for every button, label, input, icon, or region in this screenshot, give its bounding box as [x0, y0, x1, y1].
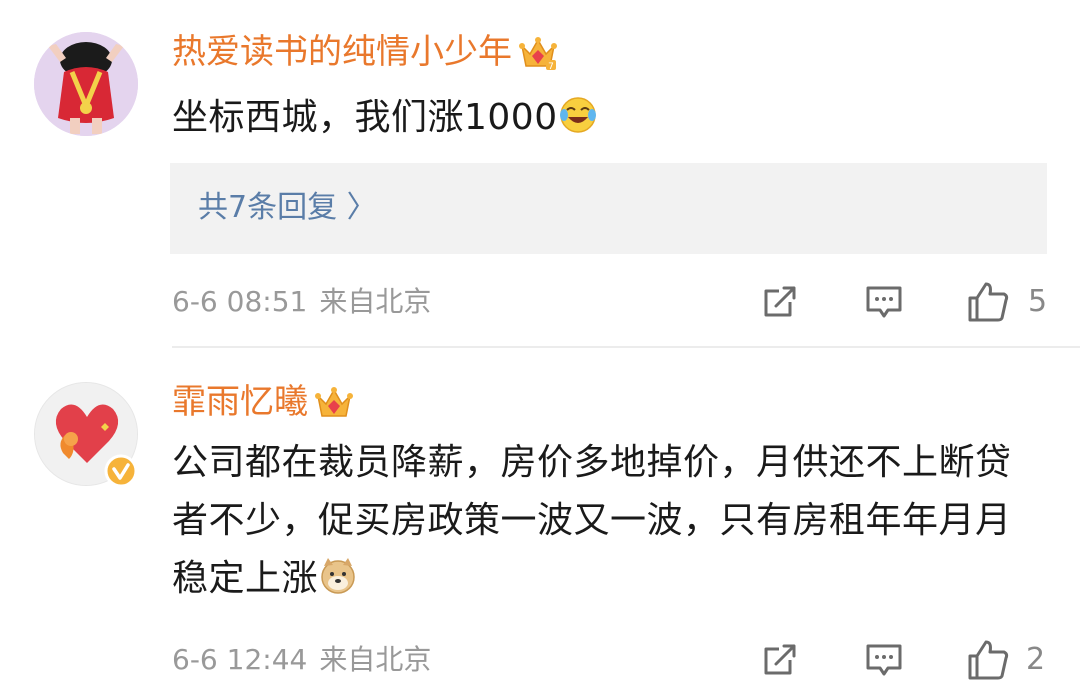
- like-icon[interactable]: [966, 638, 1010, 682]
- comment-text: 坐标西城，我们涨1000: [172, 89, 598, 147]
- like-count: 2: [1026, 642, 1046, 677]
- replies-box[interactable]: 共7条回复 〉: [170, 163, 1047, 254]
- avatar[interactable]: [34, 32, 138, 136]
- comment-icon[interactable]: [864, 640, 904, 680]
- timestamp: 6-6 08:51: [172, 285, 308, 318]
- like-icon[interactable]: [966, 280, 1010, 324]
- comment-item: 霏雨忆曦 公司都在裁员降薪，房价多地掉价，月供还不上断贷者不少，促买房政策一波又…: [0, 348, 1080, 693]
- source-location: 来自北京: [319, 285, 432, 318]
- svg-text:7: 7: [548, 62, 554, 72]
- username-text[interactable]: 热爱读书的纯情小少年: [172, 32, 512, 72]
- username[interactable]: 热爱读书的纯情小少年 7: [172, 32, 558, 74]
- source-location: 来自北京: [319, 643, 432, 676]
- comment-text: 公司都在裁员降薪，房价多地掉价，月供还不上断贷者不少，促买房政策一波又一波，只有…: [172, 434, 1032, 608]
- comment-item: 热爱读书的纯情小少年 7 坐标西城，我们涨1000 共7条回复 〉 6-6 08…: [0, 0, 1080, 346]
- comment-meta: 6-6 12:44 来自北京: [172, 640, 431, 680]
- view-replies-link[interactable]: 共7条回复 〉: [198, 186, 377, 230]
- share-icon[interactable]: [760, 282, 800, 322]
- username[interactable]: 霏雨忆曦: [172, 382, 354, 424]
- crown-icon: 7: [518, 34, 558, 74]
- timestamp: 6-6 12:44: [172, 643, 308, 676]
- comment-text-content: 公司都在裁员降薪，房价多地掉价，月供还不上断贷者不少，促买房政策一波又一波，只有…: [172, 442, 1012, 599]
- like-count: 5: [1028, 284, 1048, 319]
- crown-icon: [314, 384, 354, 424]
- share-icon[interactable]: [760, 640, 800, 680]
- comment-meta: 6-6 08:51 来自北京: [172, 282, 431, 322]
- doge-emoji-icon: [318, 556, 358, 596]
- laughing-crying-emoji-icon: [558, 95, 598, 135]
- comment-icon[interactable]: [864, 282, 904, 322]
- comment-text-content: 坐标西城，我们涨1000: [172, 97, 558, 138]
- verified-badge-icon: [104, 454, 138, 488]
- username-text[interactable]: 霏雨忆曦: [172, 382, 308, 422]
